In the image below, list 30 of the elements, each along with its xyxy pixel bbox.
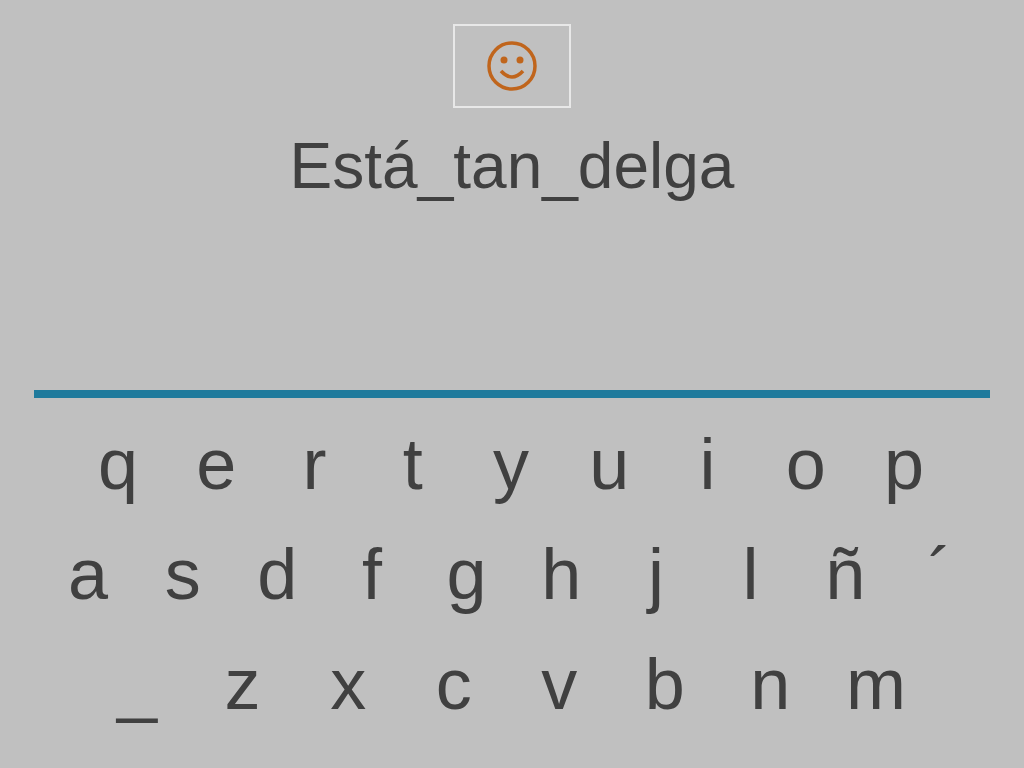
- letter-key[interactable]: s: [150, 532, 215, 616]
- smiley-icon: [486, 40, 538, 92]
- letter-key[interactable]: q: [86, 422, 150, 506]
- letter-key[interactable]: e: [184, 422, 249, 506]
- letter-key[interactable]: a: [56, 532, 120, 616]
- letter-key[interactable]: r: [282, 422, 347, 506]
- letter-key[interactable]: _: [105, 642, 169, 726]
- smiley-frame[interactable]: [453, 24, 571, 108]
- letter-key[interactable]: b: [632, 642, 697, 726]
- letter-key[interactable]: g: [434, 532, 499, 616]
- letter-key[interactable]: p: [872, 422, 936, 506]
- letter-key[interactable]: n: [738, 642, 803, 726]
- letter-key[interactable]: m: [843, 642, 908, 726]
- letter-key[interactable]: c: [421, 642, 486, 726]
- letter-key[interactable]: l: [718, 532, 783, 616]
- letter-key[interactable]: x: [316, 642, 381, 726]
- letter-key[interactable]: ´: [907, 532, 972, 616]
- letter-key[interactable]: t: [380, 422, 445, 506]
- letter-key[interactable]: d: [245, 532, 310, 616]
- letter-key[interactable]: f: [339, 532, 404, 616]
- letter-key[interactable]: u: [577, 422, 642, 506]
- letter-key[interactable]: z: [210, 642, 275, 726]
- letter-key[interactable]: h: [529, 532, 594, 616]
- letter-key[interactable]: ñ: [813, 532, 878, 616]
- letter-key[interactable]: v: [527, 642, 592, 726]
- letter-key[interactable]: o: [773, 422, 838, 506]
- word-prompt: Está_tan_delga: [289, 130, 735, 202]
- letter-key[interactable]: i: [675, 422, 740, 506]
- letter-key[interactable]: y: [479, 422, 543, 506]
- letter-key[interactable]: j: [623, 532, 688, 616]
